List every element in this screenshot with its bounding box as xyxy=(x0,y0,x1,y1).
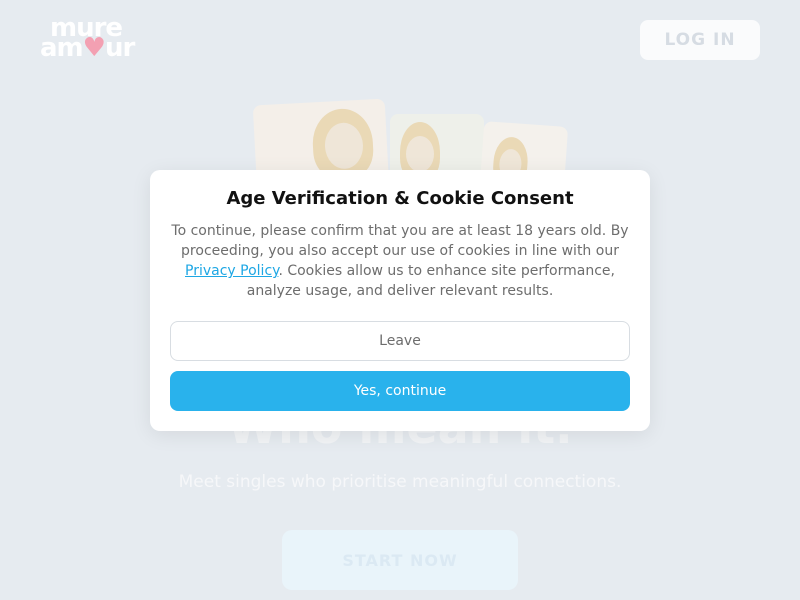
hero-subheadline: Meet singles who prioritise meaningful c… xyxy=(178,472,622,492)
start-now-button[interactable]: START NOW xyxy=(282,530,518,590)
privacy-policy-link[interactable]: Privacy Policy xyxy=(185,263,278,279)
dialog-body-text-end: . Cookies allow us to enhance site perfo… xyxy=(246,263,615,299)
heart-icon: ♥ xyxy=(82,33,106,63)
dialog-title: Age Verification & Cookie Consent xyxy=(226,188,574,209)
login-button[interactable]: LOG IN xyxy=(640,20,760,60)
logo-text-ur: ur xyxy=(104,33,135,63)
logo-text-am: am xyxy=(40,33,84,63)
logo-line-2: am♥ur xyxy=(40,35,135,61)
leave-button[interactable]: Leave xyxy=(170,321,630,361)
dialog-body-text: To continue, please confirm that you are… xyxy=(171,223,629,259)
brand-logo[interactable]: mure am♥ur xyxy=(40,15,135,61)
age-verification-dialog: Age Verification & Cookie Consent To con… xyxy=(150,170,650,431)
continue-button[interactable]: Yes, continue xyxy=(170,371,630,411)
dialog-body: To continue, please confirm that you are… xyxy=(170,221,630,301)
